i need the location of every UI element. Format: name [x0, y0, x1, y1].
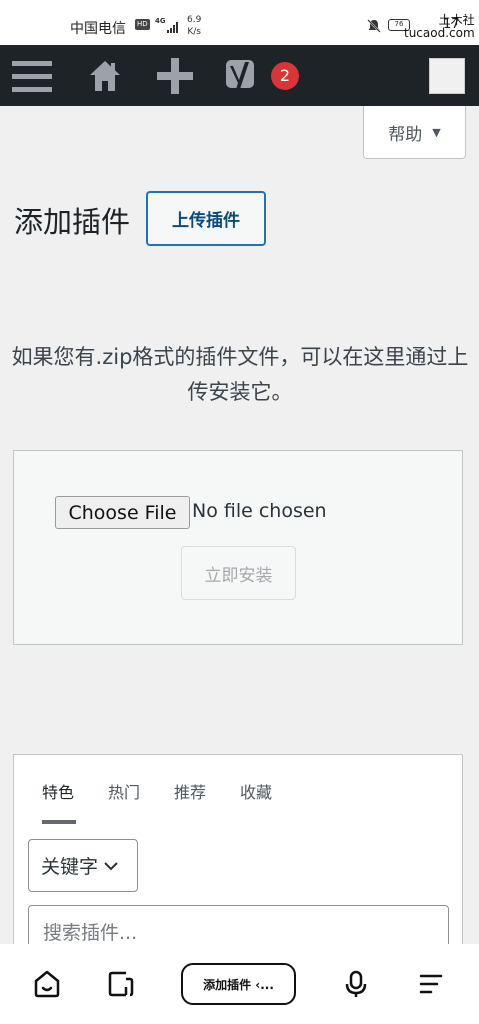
browser-home-icon[interactable]	[31, 968, 63, 1000]
home-icon[interactable]	[86, 45, 124, 106]
upload-form: Choose File No file chosen 立即安装	[13, 450, 463, 645]
help-tab-button[interactable]: 帮助 ▼	[363, 106, 466, 159]
microphone-icon[interactable]	[340, 968, 372, 1000]
upload-plugin-button[interactable]: 上传插件	[146, 191, 266, 246]
plugin-filter: 特色 热门 推荐 收藏 关键字	[13, 754, 463, 954]
hamburger-icon[interactable]	[12, 45, 52, 106]
hd-badge: HD	[135, 19, 150, 30]
current-tab-pill[interactable]: 添加插件 ‹...	[181, 963, 296, 1005]
tab-favorites[interactable]: 收藏	[240, 779, 272, 803]
signal-icon	[167, 21, 181, 33]
active-tab-indicator	[42, 820, 76, 824]
page-title: 添加插件	[14, 205, 131, 239]
choose-file-button[interactable]: Choose File	[55, 496, 190, 529]
yoast-icon[interactable]	[222, 45, 262, 106]
plus-icon[interactable]	[155, 45, 195, 106]
mute-icon	[367, 19, 381, 33]
avatar[interactable]	[429, 58, 465, 94]
speed-value: 6.9	[187, 15, 202, 25]
watermark: 土木社 tucaod.com	[404, 14, 475, 40]
speed-unit: K/s	[187, 27, 201, 37]
admin-bar	[0, 45, 479, 106]
carrier-name: 中国电信	[70, 21, 126, 37]
network-type: 4G	[155, 17, 166, 25]
tab-featured[interactable]: 特色	[42, 779, 74, 803]
notification-badge[interactable]: 2	[271, 62, 299, 90]
tabs-icon[interactable]	[105, 968, 137, 1000]
tab-popular[interactable]: 热门	[108, 779, 140, 803]
tab-recommended[interactable]: 推荐	[174, 779, 206, 803]
chevron-down-icon	[104, 861, 118, 870]
network-speed: 6.9 K/s	[187, 14, 201, 38]
keyword-select-label: 关键字	[41, 856, 99, 878]
keyword-select[interactable]: 关键字	[28, 839, 138, 892]
help-label: 帮助	[388, 124, 423, 145]
upload-help-text: 如果您有.zip格式的插件文件，可以在这里通过上传安装它。	[11, 345, 469, 404]
watermark-line2: tucaod.com	[404, 26, 475, 40]
install-now-button[interactable]: 立即安装	[181, 546, 296, 600]
caret-down-icon: ▼	[432, 125, 441, 139]
status-bar: 中国电信 HD 4G 6.9 K/s 76 17 土木社 tucaod.com	[0, 0, 479, 45]
menu-icon[interactable]	[414, 968, 446, 1000]
no-file-label: No file chosen	[192, 500, 327, 522]
